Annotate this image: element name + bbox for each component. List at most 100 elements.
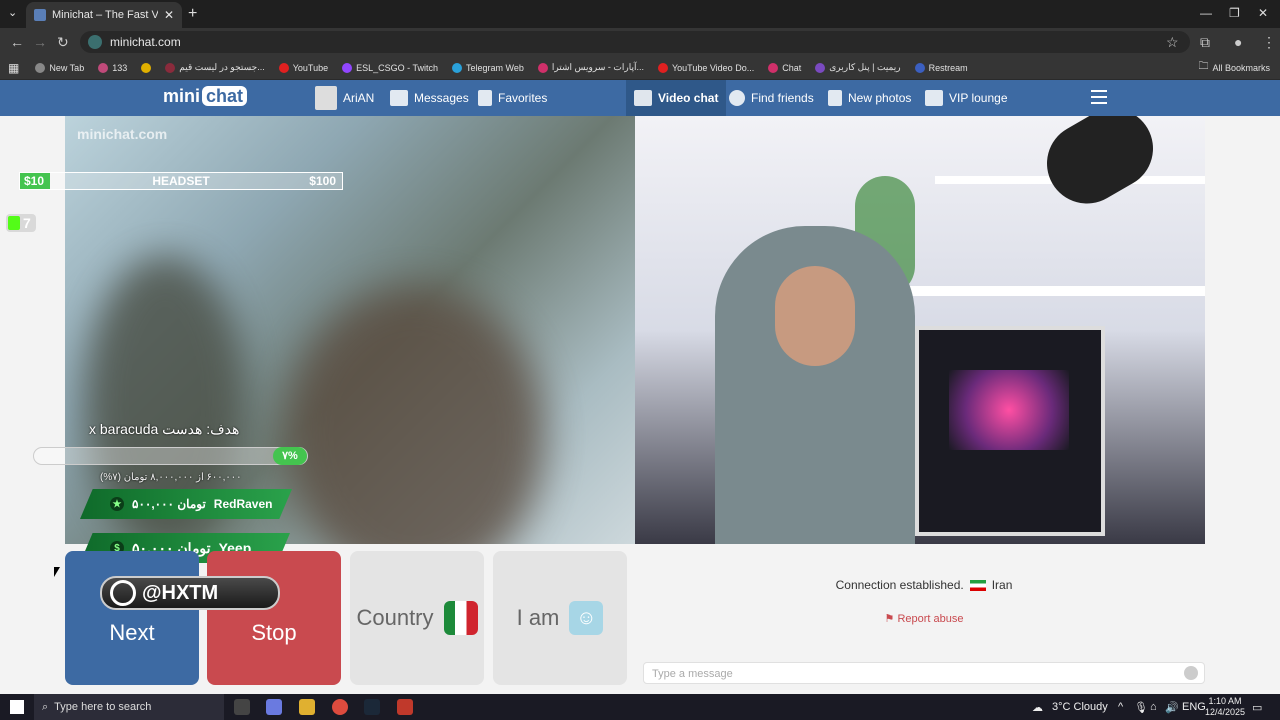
bookmark-item[interactable]: Telegram Web bbox=[451, 62, 524, 73]
pc-case bbox=[915, 326, 1105, 536]
steam-icon[interactable] bbox=[364, 699, 380, 715]
message-placeholder: Type a message bbox=[652, 668, 733, 680]
network-icon[interactable]: ⌂ bbox=[1150, 701, 1157, 713]
tab-list-icon[interactable]: ⌄ bbox=[8, 6, 17, 19]
close-window-icon[interactable]: ✕ bbox=[1258, 6, 1268, 20]
bookmark-item[interactable]: YouTube Video Do... bbox=[657, 62, 754, 73]
bookmark-favicon-icon bbox=[165, 62, 176, 73]
taskbar-search[interactable]: ⌕ Type here to search bbox=[34, 694, 224, 720]
next-button[interactable]: Next bbox=[65, 551, 199, 685]
apps-grid-icon[interactable]: ▦ bbox=[8, 61, 19, 75]
all-bookmarks[interactable]: 🗀 All Bookmarks bbox=[1198, 59, 1270, 76]
iam-label: I am bbox=[516, 605, 560, 630]
flag-icon: ⚑ bbox=[884, 613, 895, 625]
gender-select-button[interactable]: I am ☺ bbox=[493, 551, 627, 685]
bookmark-item[interactable]: ESL_CSGO - Twitch bbox=[342, 62, 438, 73]
profile-icon[interactable]: ● bbox=[1234, 34, 1242, 50]
close-tab-icon[interactable]: ✕ bbox=[164, 8, 174, 22]
photos-grid-icon bbox=[828, 90, 842, 106]
bookmark-item[interactable]: ریمیت | پنل کاربری bbox=[815, 62, 901, 73]
bookmark-item[interactable]: Chat bbox=[768, 62, 801, 73]
nav-user[interactable]: AriAN bbox=[315, 80, 374, 116]
bookmark-item[interactable] bbox=[141, 62, 152, 73]
goal-subtitle: ۶۰۰,۰۰۰ از ۸,۰۰۰,۰۰۰ تومان (۷%) bbox=[100, 472, 242, 483]
wall-shelf bbox=[905, 286, 1205, 296]
task-view-icon[interactable] bbox=[234, 699, 250, 715]
bookmark-item[interactable]: جستجو در لیست قیم... bbox=[165, 62, 265, 73]
message-input[interactable]: Type a message bbox=[643, 662, 1205, 684]
chat-bubble-icon bbox=[634, 90, 652, 106]
app-icon[interactable] bbox=[397, 699, 413, 715]
nav-new-photos[interactable]: New photos bbox=[828, 80, 911, 116]
forward-icon[interactable]: → bbox=[33, 34, 47, 50]
goal-title: هدف: هدست x baracuda bbox=[89, 421, 240, 437]
chrome-icon[interactable] bbox=[332, 699, 348, 715]
chat-favicon-icon bbox=[768, 62, 779, 73]
minichat-favicon-icon bbox=[34, 9, 46, 21]
browser-menu-icon[interactable]: ⋮ bbox=[1262, 34, 1276, 51]
browser-tab[interactable]: Minichat – The Fast Video C ✕ bbox=[26, 2, 182, 28]
reload-icon[interactable]: ↻ bbox=[57, 34, 69, 51]
bookmark-item[interactable]: New Tab bbox=[35, 62, 84, 73]
bookmark-item[interactable]: YouTube bbox=[278, 62, 328, 73]
file-explorer-icon[interactable] bbox=[299, 699, 315, 715]
volume-icon[interactable]: 🔊 bbox=[1165, 701, 1179, 714]
notification-icon[interactable]: ▭ bbox=[1252, 701, 1262, 714]
back-icon[interactable]: ← bbox=[10, 34, 24, 50]
extensions-icon[interactable]: ⧉ bbox=[1200, 34, 1210, 51]
nav-favorites[interactable]: Favorites bbox=[478, 80, 547, 116]
mouse-cursor bbox=[54, 567, 60, 577]
search-placeholder: Type here to search bbox=[54, 701, 152, 713]
microphone-icon[interactable]: 🎙 bbox=[1134, 701, 1148, 714]
handle-text: @HXTM bbox=[142, 581, 219, 604]
restream-icon bbox=[914, 62, 925, 73]
goal-progress-bar: ۷% bbox=[33, 447, 308, 465]
youtube-icon bbox=[657, 62, 668, 73]
country-filter-button[interactable]: Country bbox=[350, 551, 484, 685]
new-tab-icon[interactable]: + bbox=[188, 5, 197, 23]
restore-icon[interactable]: ❐ bbox=[1229, 6, 1240, 20]
hamburger-menu-icon[interactable] bbox=[1091, 90, 1107, 108]
bookmark-favicon-icon bbox=[815, 62, 826, 73]
envelope-icon bbox=[390, 90, 408, 106]
streamer-handle-badge: @HXTM bbox=[100, 576, 280, 610]
star-icon: ★ bbox=[110, 497, 124, 511]
blurred-person bbox=[285, 286, 545, 544]
weather-icon[interactable]: ☁ bbox=[1032, 701, 1043, 714]
bookmark-icon bbox=[478, 90, 492, 106]
emoji-icon[interactable] bbox=[1184, 666, 1198, 680]
country-label: Country bbox=[356, 605, 434, 630]
rgb-glow bbox=[949, 370, 1069, 450]
site-info-icon[interactable] bbox=[88, 35, 102, 49]
copilot-icon[interactable] bbox=[266, 699, 282, 715]
url-field[interactable]: minichat.com bbox=[80, 31, 1190, 53]
minichat-logo[interactable]: mini chat bbox=[163, 86, 248, 107]
tab-title: Minichat – The Fast Video C bbox=[52, 9, 158, 21]
nav-video-chat[interactable]: Video chat bbox=[626, 80, 727, 116]
bookmark-item[interactable]: 133 bbox=[98, 62, 127, 73]
mexico-flag-icon bbox=[443, 601, 478, 635]
minimize-icon[interactable]: — bbox=[1200, 6, 1212, 20]
windows-taskbar: ⌕ Type here to search ☁ 3°C Cloudy ^ 🎙 ⌂… bbox=[0, 694, 1280, 720]
nav-vip-lounge[interactable]: VIP lounge bbox=[925, 80, 1008, 116]
tray-chevron-icon[interactable]: ^ bbox=[1118, 701, 1123, 713]
report-abuse-link[interactable]: ⚑ Report abuse bbox=[635, 612, 1213, 625]
viewer-count: 7 bbox=[23, 215, 31, 231]
stop-button[interactable]: Stop bbox=[207, 551, 341, 685]
windows-start-icon[interactable] bbox=[10, 700, 24, 714]
youtube-icon bbox=[278, 62, 289, 73]
nav-messages[interactable]: Messages bbox=[390, 80, 469, 116]
next-label: Next bbox=[109, 620, 155, 645]
language-indicator[interactable]: ENG bbox=[1182, 701, 1206, 713]
nav-find-friends[interactable]: Find friends bbox=[729, 80, 814, 116]
connection-country: Iran bbox=[991, 578, 1013, 592]
bookmark-item[interactable]: Restream bbox=[914, 62, 968, 73]
url-text: minichat.com bbox=[110, 35, 181, 49]
goal-label: HEADSET bbox=[152, 174, 210, 188]
bookmark-star-icon[interactable]: ☆ bbox=[1166, 34, 1179, 51]
iran-flag-icon bbox=[969, 580, 986, 592]
headset-goal-bar: $10 HEADSET $100 bbox=[19, 172, 343, 190]
avatar bbox=[315, 86, 337, 110]
clock[interactable]: 1:10 AM 12/4/2025 bbox=[1205, 696, 1245, 718]
bookmark-item[interactable]: آپارات - سرویس اشترا... bbox=[537, 62, 644, 73]
